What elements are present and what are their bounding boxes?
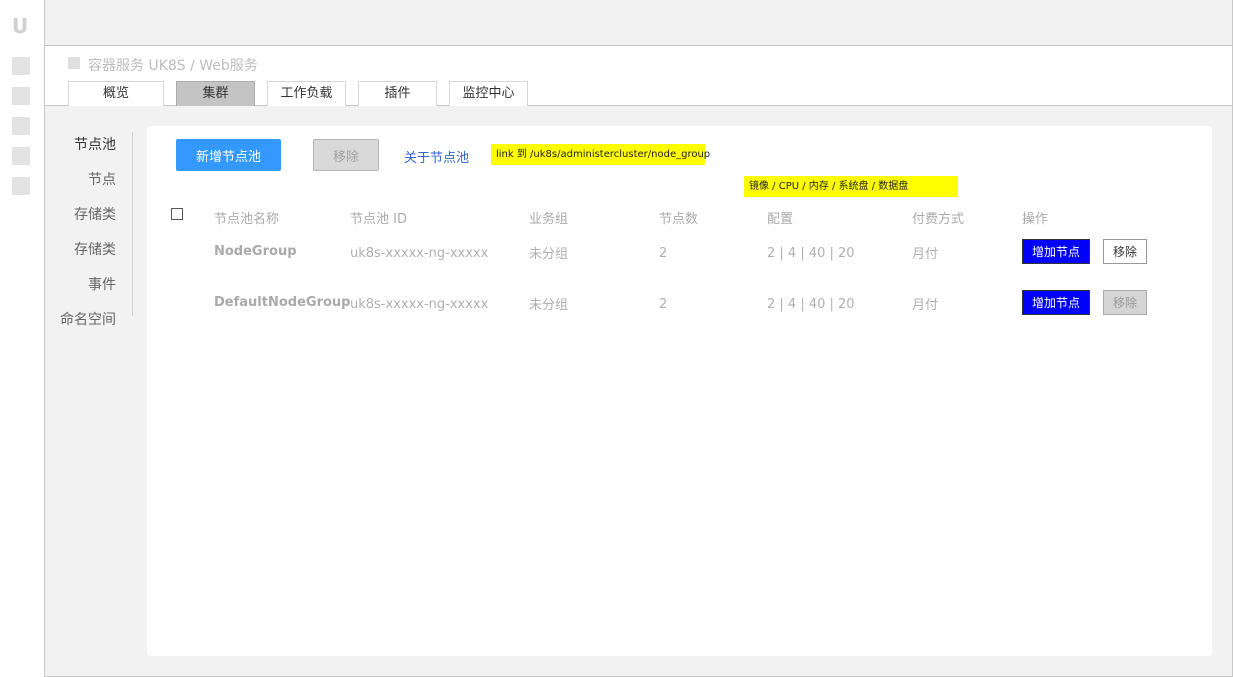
nav-icon-3[interactable]: [12, 117, 30, 135]
top-bar: [45, 0, 1232, 46]
subnav-item-storageclass[interactable]: 存储类: [74, 204, 116, 224]
nav-icon-2[interactable]: [12, 87, 30, 105]
row2-id: uk8s-xxxxx-ng-xxxxx: [350, 297, 489, 312]
create-nodepool-button[interactable]: 新增节点池: [176, 139, 281, 171]
col-header-name: 节点池名称: [214, 212, 280, 227]
nav-icon-1[interactable]: [12, 57, 30, 75]
select-all-checkbox[interactable]: [171, 208, 183, 220]
tab-cluster[interactable]: 集群: [176, 81, 255, 106]
col-header-group: 业务组: [529, 212, 569, 227]
content-card: 新增节点池 移除 关于节点池 link 到 /uk8s/administercl…: [147, 126, 1212, 656]
col-header-actions: 操作: [1022, 212, 1049, 227]
row1-id: uk8s-xxxxx-ng-xxxxx: [350, 246, 489, 261]
nav-icon-5[interactable]: [12, 177, 30, 195]
col-header-id: 节点池 ID: [350, 212, 407, 227]
row1-remove-button[interactable]: 移除: [1103, 239, 1147, 264]
row2-name: DefaultNodeGroup: [214, 295, 351, 310]
tab-overview[interactable]: 概览: [68, 81, 164, 106]
row2-remove-button[interactable]: 移除: [1103, 290, 1147, 315]
subnav-item-events[interactable]: 事件: [88, 274, 116, 294]
remove-button[interactable]: 移除: [313, 139, 379, 171]
tab-plugins[interactable]: 插件: [358, 81, 437, 106]
tab-label: 插件: [384, 86, 411, 101]
tab-label: 工作负载: [280, 86, 333, 101]
col-header-nodes: 节点数: [659, 212, 699, 227]
config-note: 镜像 / CPU / 内存 / 系统盘 / 数据盘: [744, 176, 958, 197]
link-note: link 到 /uk8s/administercluster/node_grou…: [491, 144, 710, 165]
row1-add-node-button[interactable]: 增加节点: [1022, 239, 1090, 264]
row1-nodes: 2: [659, 246, 668, 261]
sub-nav: 节点池 节点 存储类 存储类 事件 命名空间: [45, 132, 133, 328]
subnav-item-nodes[interactable]: 节点: [88, 169, 116, 189]
row1-config: 2 | 4 | 40 | 20: [767, 246, 855, 261]
row1-name: NodeGroup: [214, 244, 297, 259]
about-nodepool-link[interactable]: 关于节点池: [404, 147, 469, 166]
logo: U: [12, 14, 29, 38]
subnav-item-nodepool[interactable]: 节点池: [74, 134, 116, 154]
row2-nodes: 2: [659, 297, 668, 312]
col-header-config: 配置: [767, 212, 794, 227]
tab-monitoring[interactable]: 监控中心: [449, 81, 528, 106]
tab-label: 概览: [102, 86, 129, 101]
service-icon: [68, 57, 80, 69]
col-header-billing: 付费方式: [912, 212, 965, 227]
row1-group: 未分组: [529, 247, 569, 262]
nav-icon-4[interactable]: [12, 147, 30, 165]
tab-workloads[interactable]: 工作负载: [267, 81, 346, 106]
row2-group: 未分组: [529, 298, 569, 313]
row2-config: 2 | 4 | 40 | 20: [767, 297, 855, 312]
subnav-item-storageclass-2[interactable]: 存储类: [74, 239, 116, 259]
page-header: 容器服务 UK8S / Web服务 概览 集群 工作负载 插件 监控中心: [45, 46, 1232, 106]
subnav-item-namespaces[interactable]: 命名空间: [60, 309, 116, 329]
row2-billing: 月付: [912, 298, 939, 313]
tab-label: 监控中心: [462, 86, 515, 101]
breadcrumb-text: 容器服务 UK8S / Web服务: [88, 58, 258, 74]
breadcrumb: 容器服务 UK8S / Web服务: [68, 55, 258, 75]
row1-billing: 月付: [912, 247, 939, 262]
tab-label: 集群: [202, 86, 229, 101]
left-rail: U: [0, 0, 45, 677]
row2-add-node-button[interactable]: 增加节点: [1022, 290, 1090, 315]
main-area: 节点池 节点 存储类 存储类 事件 命名空间 新增节点池 移除 关于节点池 li…: [45, 106, 1232, 676]
